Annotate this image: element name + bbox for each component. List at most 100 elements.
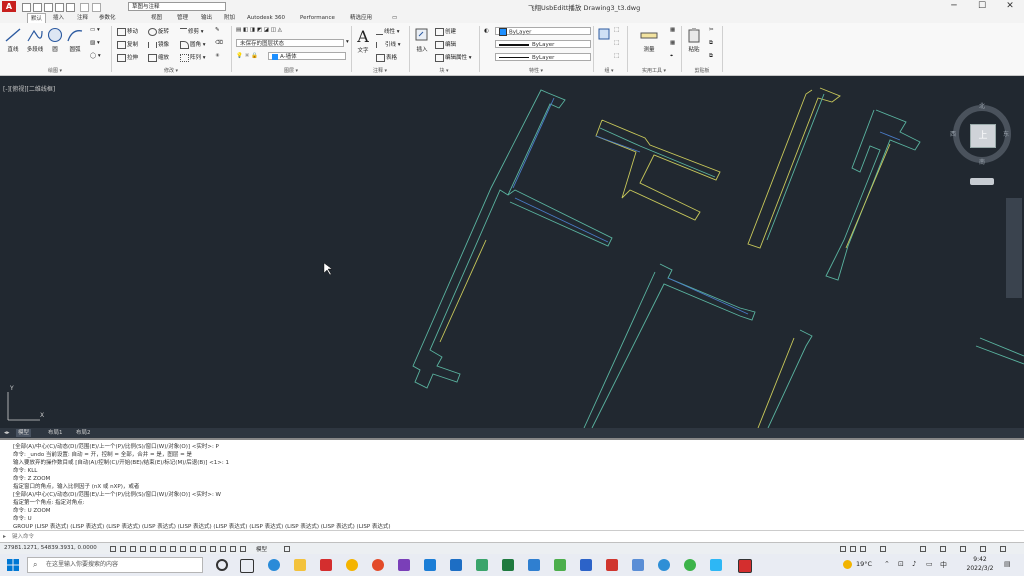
leader-button[interactable]: 引线 ▾ xyxy=(376,40,401,48)
annotation-visibility-icon[interactable] xyxy=(850,546,856,552)
new-file-icon[interactable] xyxy=(22,3,31,12)
group-select-icon[interactable]: ⬚ xyxy=(614,53,619,59)
compass-east[interactable]: 东 xyxy=(1003,129,1009,138)
active-app-icon[interactable] xyxy=(738,559,752,573)
wall-segment[interactable] xyxy=(412,89,566,389)
erase-icon[interactable]: ⌫ xyxy=(215,40,223,46)
vscode-icon[interactable] xyxy=(424,559,436,571)
trim-button[interactable]: 修剪 ▾ xyxy=(180,27,204,35)
minimize-button[interactable]: ─ xyxy=(940,0,968,13)
draw-panel-label[interactable]: 绘图 ▾ xyxy=(0,67,110,74)
copy-button[interactable]: 复制 xyxy=(117,40,138,49)
workspace-switching-icon[interactable] xyxy=(880,546,886,552)
wcs-menu-button[interactable] xyxy=(970,178,994,185)
save-icon[interactable] xyxy=(44,3,53,12)
wall-segment[interactable] xyxy=(595,119,721,221)
pdf-reader-icon[interactable] xyxy=(606,559,618,571)
quick-calc-icon[interactable]: ▦ xyxy=(670,40,675,46)
transparency-icon[interactable] xyxy=(220,546,226,552)
tab-view[interactable]: 视图 xyxy=(151,13,162,23)
table-button[interactable]: 表格 xyxy=(376,53,397,62)
app-icon[interactable] xyxy=(476,559,488,571)
hardware-acceleration-icon[interactable] xyxy=(940,546,946,552)
chevron-down-icon[interactable]: ▾ xyxy=(346,39,349,45)
isolate-objects-icon[interactable] xyxy=(960,546,966,552)
cut-icon[interactable]: ✂ xyxy=(709,27,714,33)
edit-attribute-button[interactable]: 编辑属性 ▾ xyxy=(435,53,472,62)
scale-button[interactable]: 缩放 xyxy=(148,53,169,62)
chrome-icon[interactable] xyxy=(372,559,384,571)
tab-layout2[interactable]: 布局2 xyxy=(74,429,93,437)
block-panel-label[interactable]: 块 ▾ xyxy=(410,67,478,74)
command-history[interactable]: [全部(A)/中心(C)/动态(D)/范围(E)/上一个(P)/比例(S)/窗口… xyxy=(0,438,1024,532)
tab-layout1[interactable]: 布局1 xyxy=(46,429,65,437)
quick-view-layouts-icon[interactable] xyxy=(284,546,290,552)
dynamic-input-icon[interactable] xyxy=(200,546,206,552)
line-tool[interactable]: 直线 xyxy=(3,27,23,53)
color-select[interactable]: ByLayer xyxy=(495,27,591,36)
tab-manage[interactable]: 管理 xyxy=(177,13,188,23)
copy-clip-icon[interactable]: ⧉ xyxy=(709,40,713,47)
groups-panel-label[interactable]: 组 ▾ xyxy=(594,67,624,74)
clean-screen-icon[interactable] xyxy=(980,546,986,552)
selection-cycling-icon[interactable] xyxy=(240,546,246,552)
visual-studio-icon[interactable] xyxy=(398,559,410,571)
group-edit-icon[interactable]: ⬚ xyxy=(614,40,619,46)
fillet-button[interactable]: 圆角 ▾ xyxy=(180,40,206,49)
polyline-tool[interactable]: 多段线 xyxy=(24,27,46,53)
current-layer-select[interactable]: A-墙体 xyxy=(268,52,346,60)
input-method-icon[interactable]: 中 xyxy=(940,560,947,570)
app-icon[interactable] xyxy=(450,559,462,571)
3d-object-snap-icon[interactable] xyxy=(170,546,176,552)
layer-properties-icon[interactable]: ▤ ◧ ◨ ◩ ◪ ◫ ◬ xyxy=(236,27,282,33)
customization-icon[interactable] xyxy=(1000,546,1006,552)
clock-date[interactable]: 2022/3/2 xyxy=(962,565,998,572)
coordinates-readout[interactable]: 27981.1271, 54839.3931, 0.0000 xyxy=(4,545,97,551)
tab-featured-apps[interactable]: 精选应用 xyxy=(350,13,372,23)
arc-tool[interactable]: 圆弧 xyxy=(65,27,85,53)
tab-autodesk-360[interactable]: Autodesk 360 xyxy=(247,13,285,23)
clock-time[interactable]: 9:42 xyxy=(968,556,992,563)
tab-more[interactable]: ▭ xyxy=(392,13,397,23)
id-point-icon[interactable]: ⌖ xyxy=(670,53,673,60)
mirror-button[interactable]: 镜像 xyxy=(148,40,169,48)
tab-annotate[interactable]: 注释 xyxy=(77,13,88,23)
wechat-icon[interactable] xyxy=(684,559,696,571)
wall-segment[interactable] xyxy=(507,189,613,247)
autocad-taskbar-icon[interactable] xyxy=(320,559,332,571)
clipboard-panel-label[interactable]: 剪贴板 xyxy=(682,67,722,74)
viewcube-top-face[interactable]: 上 xyxy=(970,124,996,148)
group-tool[interactable] xyxy=(596,27,612,45)
workspace-select[interactable]: 草图与注释 xyxy=(128,2,226,11)
quick-properties-icon[interactable] xyxy=(230,546,236,552)
lineweight-icon[interactable] xyxy=(210,546,216,552)
pencil-icon[interactable]: ✎ xyxy=(215,27,220,33)
compass-west[interactable]: 西 xyxy=(950,129,956,138)
app-icon[interactable] xyxy=(658,559,670,571)
utilities-panel-label[interactable]: 实用工具 ▾ xyxy=(628,67,680,74)
annotation-scale-icon[interactable] xyxy=(840,546,846,552)
rectangle-icon[interactable]: ▭ ▾ xyxy=(90,27,100,33)
wall-segment[interactable] xyxy=(975,337,1024,365)
object-snap-icon[interactable] xyxy=(160,546,166,552)
redo-icon[interactable] xyxy=(92,3,101,12)
app-icon[interactable] xyxy=(528,559,540,571)
taskbar-search-input[interactable]: ⌕ 在这里输入你要搜索的内容 xyxy=(27,557,203,573)
calculator-icon[interactable]: ▦ xyxy=(670,27,675,33)
print-icon[interactable] xyxy=(66,3,75,12)
weather-temperature[interactable]: 19°C xyxy=(856,560,872,568)
layers-panel-label[interactable]: 图层 ▾ xyxy=(232,67,350,74)
hatch-icon[interactable]: ▨ ▾ xyxy=(90,40,100,46)
windows-start-icon[interactable] xyxy=(7,559,19,571)
lock-ui-icon[interactable] xyxy=(920,546,926,552)
undo-icon[interactable] xyxy=(80,3,89,12)
wall-segment[interactable] xyxy=(583,263,756,428)
create-block-button[interactable]: 创建 xyxy=(435,27,456,36)
stretch-button[interactable]: 拉伸 xyxy=(117,53,138,62)
ellipse-icon[interactable]: ◯ ▾ xyxy=(90,53,101,59)
network-icon[interactable]: ⊡ xyxy=(898,560,904,568)
wall-segment[interactable] xyxy=(825,109,921,281)
tab-addins[interactable]: 附加 xyxy=(224,13,235,23)
snap-mode-icon[interactable] xyxy=(120,546,126,552)
file-explorer-icon[interactable] xyxy=(294,559,306,571)
